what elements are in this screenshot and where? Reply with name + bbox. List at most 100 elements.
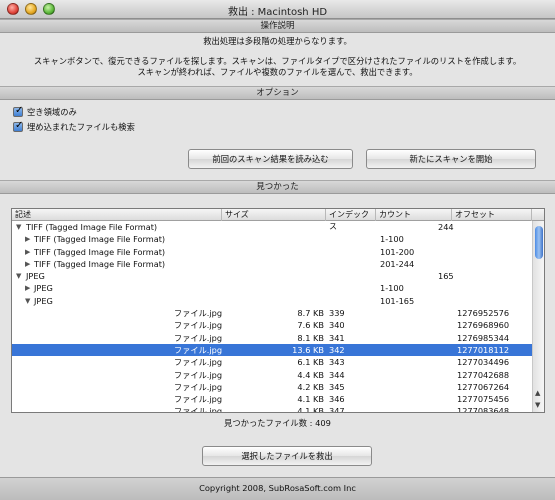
cell-count: 201-244 <box>380 258 415 269</box>
table-row[interactable]: ファイル.jpg 4.1 KB 347 1277083648 <box>12 405 532 413</box>
disclosure-open-icon[interactable]: ▼ <box>16 270 21 282</box>
found-file-count: 見つかったファイル数 : 409 <box>224 418 331 428</box>
disclosure-closed-icon[interactable]: ▶ <box>25 233 30 245</box>
table-row[interactable]: ▼ JPEG 165 <box>12 270 532 282</box>
disclosure-closed-icon[interactable]: ▶ <box>25 258 30 270</box>
cell-count: 1-100 <box>380 283 404 294</box>
cell-index: 342 <box>329 344 345 355</box>
cell-description: TIFF (Tagged Image File Format) <box>26 222 158 232</box>
instructions-line-3: スキャンが終われば、ファイルや複数のファイルを選んで、救出できます。 <box>137 67 418 77</box>
cell-description: JPEG <box>34 295 53 306</box>
scroll-down-arrow-icon[interactable]: ▼ <box>535 401 540 409</box>
found-header: 見つかった <box>0 180 555 194</box>
table-row[interactable]: ファイル.jpg 8.7 KB 339 1276952576 <box>12 307 532 319</box>
cell-offset: 1277067264 <box>457 381 510 392</box>
cell-size: 4.2 KB <box>297 381 324 392</box>
cell-offset: 1277075456 <box>457 394 510 405</box>
cell-description: ファイル.jpg <box>174 344 223 355</box>
cell-description: JPEG <box>34 283 53 294</box>
cell-size: 6.1 KB <box>297 357 324 368</box>
cell-index: 346 <box>329 394 345 405</box>
scrollbar-thumb[interactable] <box>535 226 543 259</box>
cell-count: 101-165 <box>380 295 415 306</box>
column-header-count[interactable]: カウント <box>376 209 452 221</box>
disclosure-closed-icon[interactable]: ▶ <box>25 246 30 258</box>
recover-selected-button[interactable]: 選択したファイルを救出 <box>202 446 372 466</box>
vertical-scrollbar[interactable]: ▲ ▼ <box>532 221 544 412</box>
column-header-offset[interactable]: オフセット <box>452 209 532 221</box>
cell-count: 101-200 <box>380 246 415 257</box>
column-header-description[interactable]: 記述 <box>12 209 222 221</box>
table-row[interactable]: ▶ TIFF (Tagged Image File Format) 201-244 <box>12 258 532 270</box>
embedded-files-label: 埋め込まれたファイルも検索 <box>27 122 135 132</box>
cell-count: 165 <box>438 271 454 282</box>
column-header-index[interactable]: インデックス <box>326 209 376 231</box>
cell-index: 341 <box>329 332 345 343</box>
window-title: 救出 : Macintosh HD <box>227 7 328 18</box>
cell-description: ファイル.jpg <box>174 332 223 343</box>
free-space-only-checkbox[interactable] <box>13 105 23 117</box>
cell-description: JPEG <box>26 271 45 282</box>
cell-offset: 1276968960 <box>457 320 510 331</box>
cell-size: 7.6 KB <box>297 320 324 331</box>
results-table[interactable]: 記述 サイズ インデックス カウント オフセット ▼ TIFF (Tagged I… <box>11 208 545 413</box>
table-row[interactable]: ▼ TIFF (Tagged Image File Format) 244 <box>12 221 532 233</box>
cell-index: 347 <box>329 406 345 413</box>
cell-description: TIFF (Tagged Image File Format) <box>34 258 166 269</box>
table-row[interactable]: ファイル.jpg 4.4 KB 344 1277042688 <box>12 369 532 381</box>
cell-size: 8.7 KB <box>297 308 324 319</box>
table-row[interactable]: ▼ JPEG 101-165 <box>12 295 532 307</box>
cell-index: 343 <box>329 357 345 368</box>
table-row[interactable]: ファイル.jpg 4.2 KB 345 1277067264 <box>12 381 532 393</box>
table-row[interactable]: ▶ TIFF (Tagged Image File Format) 1-100 <box>12 233 532 245</box>
free-space-only-option[interactable]: 空き領域のみ <box>13 105 77 118</box>
disclosure-open-icon[interactable]: ▼ <box>16 221 21 233</box>
table-row[interactable]: ファイル.jpg 4.1 KB 346 1277075456 <box>12 393 532 405</box>
instructions-line-2: スキャンボタンで、復元できるファイルを探します。スキャンは、ファイルタイプで区分… <box>33 56 522 66</box>
cell-size: 13.6 KB <box>292 344 324 355</box>
cell-offset: 1277034496 <box>457 357 510 368</box>
cell-description: ファイル.jpg <box>174 308 223 319</box>
table-row[interactable]: ▶ JPEG 1-100 <box>12 282 532 294</box>
cell-offset: 1276952576 <box>457 308 510 319</box>
table-row-selected[interactable]: ファイル.jpg 13.6 KB 342 1277018112 <box>12 343 532 357</box>
title-bar[interactable]: 救出 : Macintosh HD <box>0 0 555 19</box>
cell-size: 4.1 KB <box>297 406 324 413</box>
cell-size: 4.1 KB <box>297 394 324 405</box>
disclosure-closed-icon[interactable]: ▶ <box>25 282 30 294</box>
footer-copyright: Copyright 2008, SubRosaSoft.com Inc <box>0 477 555 500</box>
cell-size: 8.1 KB <box>297 332 324 343</box>
table-header: 記述 サイズ インデックス カウント オフセット <box>12 209 544 231</box>
table-row[interactable]: ファイル.jpg 8.1 KB 341 1276985344 <box>12 332 532 344</box>
disclosure-open-icon[interactable]: ▼ <box>25 295 30 307</box>
table-row[interactable]: ファイル.jpg 6.1 KB 343 1277034496 <box>12 356 532 368</box>
cell-size: 4.4 KB <box>297 369 324 380</box>
table-row[interactable]: ▶ TIFF (Tagged Image File Format) 101-200 <box>12 246 532 258</box>
cell-index: 339 <box>329 308 345 319</box>
options-header: オプション <box>0 86 555 100</box>
cell-description: TIFF (Tagged Image File Format) <box>34 246 166 257</box>
instructions-line-1: 救出処理は多段階の処理からなります。 <box>203 36 352 46</box>
column-header-size[interactable]: サイズ <box>222 209 326 221</box>
instructions-header: 操作説明 <box>0 19 555 33</box>
new-scan-button[interactable]: 新たにスキャンを開始 <box>366 149 536 169</box>
free-space-only-label: 空き領域のみ <box>27 107 77 117</box>
cell-count: 244 <box>438 222 454 232</box>
cell-index: 340 <box>329 320 345 331</box>
embedded-files-option[interactable]: 埋め込まれたファイルも検索 <box>13 120 135 133</box>
embedded-files-checkbox[interactable] <box>13 120 23 132</box>
cell-offset: 1277018112 <box>457 344 510 355</box>
table-row[interactable]: ファイル.jpg 7.6 KB 340 1276968960 <box>12 319 532 331</box>
load-previous-scan-button[interactable]: 前回のスキャン結果を読み込む <box>188 149 353 169</box>
cell-offset: 1277083648 <box>457 406 510 413</box>
table-rows: ▼ TIFF (Tagged Image File Format) 244 ▶ TIFF… <box>12 221 532 413</box>
cell-offset: 1277042688 <box>457 369 510 380</box>
cell-description: ファイル.jpg <box>174 406 223 413</box>
cell-index: 344 <box>329 369 345 380</box>
cell-description: ファイル.jpg <box>174 394 223 405</box>
scroll-up-arrow-icon[interactable]: ▲ <box>535 389 540 397</box>
cell-description: ファイル.jpg <box>174 381 223 392</box>
cell-description: ファイル.jpg <box>174 357 223 368</box>
cell-count: 1-100 <box>380 234 404 245</box>
cell-description: ファイル.jpg <box>174 320 223 331</box>
